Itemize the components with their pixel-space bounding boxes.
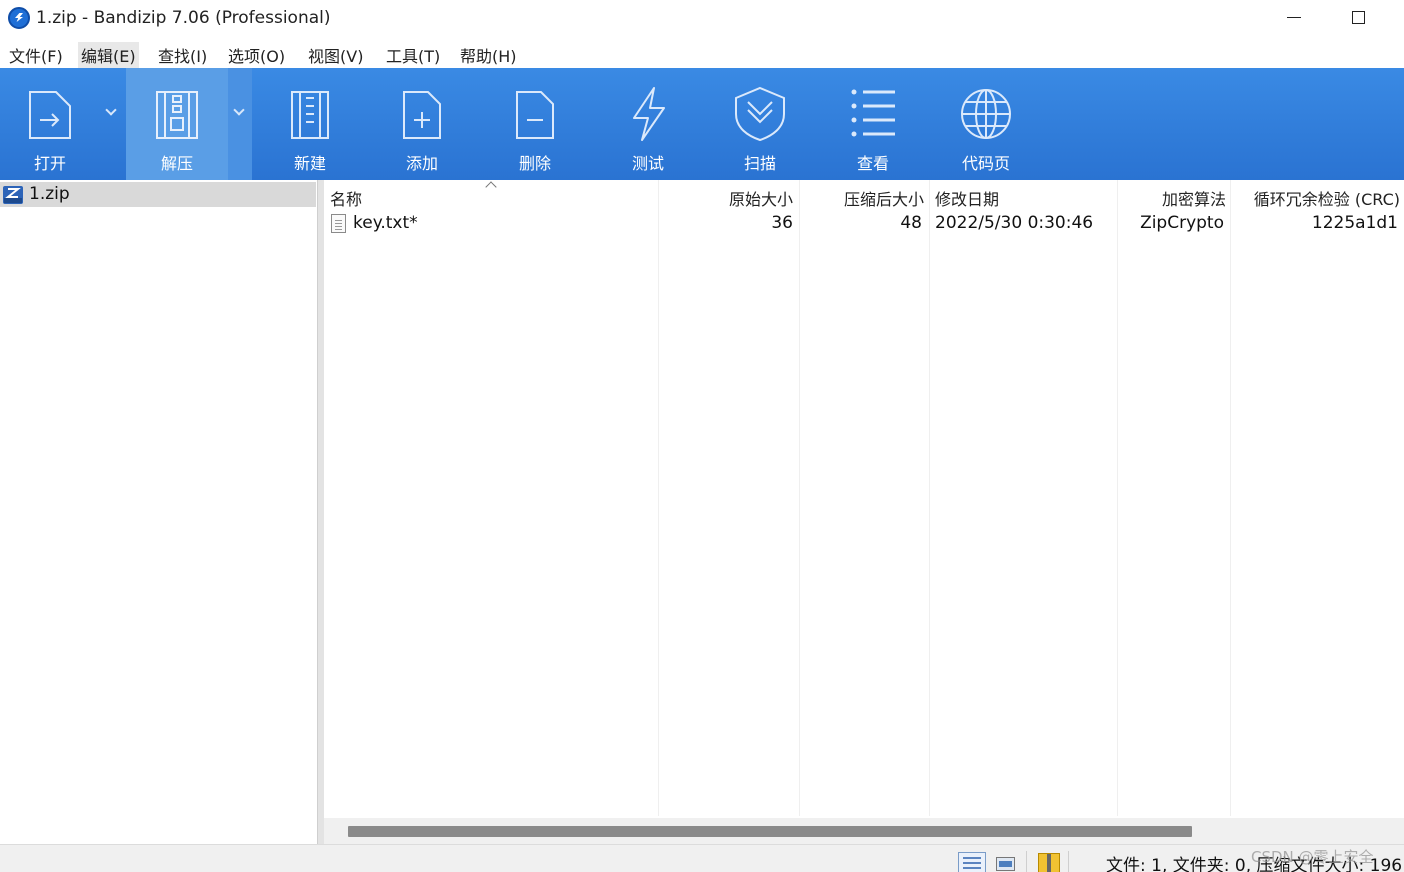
chevron-down-icon	[233, 104, 245, 116]
file-list: 名称 原始大小 压缩后大小 修改日期 加密算法 循环冗余检验 (CRC) key…	[324, 180, 1404, 844]
status-divider	[1068, 851, 1069, 872]
menu-options[interactable]: 选项(O)	[225, 42, 288, 68]
globe-icon	[961, 89, 1011, 139]
file-name: key.txt*	[353, 213, 418, 233]
column-divider[interactable]	[799, 180, 800, 816]
codepage-label: 代码页	[961, 154, 1010, 173]
new-label: 新建	[293, 154, 326, 173]
open-dropdown[interactable]	[100, 68, 124, 180]
file-encryption: ZipCrypto	[1140, 213, 1224, 233]
column-header-original-size[interactable]: 原始大小	[729, 186, 793, 210]
details-view-icon[interactable]	[958, 852, 986, 872]
column-header-encryption[interactable]: 加密算法	[1162, 186, 1226, 210]
new-button[interactable]: 新建	[254, 68, 366, 180]
folder-tree: 1.zip	[0, 180, 318, 844]
file-compressed-size: 48	[900, 213, 922, 233]
scrollbar-thumb[interactable]	[348, 826, 1192, 837]
status-divider	[1026, 851, 1027, 872]
scan-label: 扫描	[743, 154, 776, 173]
menu-tools[interactable]: 工具(T)	[383, 42, 443, 68]
preview-view-icon[interactable]	[996, 857, 1015, 871]
delete-file-icon	[516, 91, 554, 139]
menu-file[interactable]: 文件(F)	[6, 42, 66, 68]
menu-help[interactable]: 帮助(H)	[457, 42, 520, 68]
file-modified: 2022/5/30 0:30:46	[935, 213, 1094, 233]
view-button[interactable]: 查看	[816, 68, 930, 180]
column-divider[interactable]	[1230, 180, 1231, 816]
scan-button[interactable]: 扫描	[704, 68, 816, 180]
tree-item-label: 1.zip	[29, 184, 70, 204]
add-label: 添加	[405, 154, 438, 173]
view-label: 查看	[856, 154, 889, 173]
delete-label: 删除	[518, 154, 551, 173]
extract-icon	[156, 91, 198, 139]
column-header-name[interactable]: 名称	[330, 186, 362, 210]
bandizip-app-icon	[8, 7, 30, 29]
status-bar: 文件: 1, 文件夹: 0, 压缩文件大小: 196 字	[0, 844, 1404, 872]
watermark: CSDN @零上安全	[1251, 848, 1374, 866]
shield-icon	[735, 86, 785, 142]
chevron-down-icon	[105, 104, 117, 116]
lightning-icon	[633, 87, 665, 141]
extract-label: 解压	[160, 154, 193, 173]
minimize-button[interactable]	[1287, 17, 1301, 18]
new-archive-icon	[291, 91, 329, 139]
test-label: 测试	[631, 154, 664, 173]
horizontal-scrollbar[interactable]	[324, 818, 1404, 844]
text-file-icon	[331, 214, 346, 233]
list-icon	[851, 89, 895, 137]
menu-view[interactable]: 视图(V)	[305, 42, 366, 68]
column-header-crc[interactable]: 循环冗余检验 (CRC)	[1254, 186, 1400, 210]
extract-button[interactable]: 解压	[126, 68, 228, 180]
window-title: 1.zip - Bandizip 7.06 (Professional)	[36, 8, 331, 28]
menu-edit[interactable]: 编辑(E)	[78, 42, 139, 68]
column-divider[interactable]	[658, 180, 659, 816]
column-header-modified[interactable]: 修改日期	[935, 186, 999, 210]
column-header-compressed-size[interactable]: 压缩后大小	[844, 186, 924, 210]
test-button[interactable]: 测试	[592, 68, 704, 180]
delete-button[interactable]: 删除	[478, 68, 592, 180]
column-divider[interactable]	[1117, 180, 1118, 816]
extract-dropdown[interactable]	[228, 68, 252, 180]
menu-find[interactable]: 查找(I)	[155, 42, 210, 68]
file-original-size: 36	[771, 213, 793, 233]
tree-item-root[interactable]: 1.zip	[0, 182, 316, 207]
toolbar: 打开 解压 新建 添加 删除 测试 扫描 查看 代码页	[0, 68, 1404, 180]
column-divider[interactable]	[929, 180, 930, 816]
codepage-button[interactable]: 代码页	[930, 68, 1042, 180]
archive-info-icon[interactable]	[1038, 853, 1060, 872]
open-label: 打开	[33, 154, 66, 173]
title-bar: 1.zip - Bandizip 7.06 (Professional)	[0, 0, 1404, 36]
menu-bar: 文件(F) 编辑(E) 查找(I) 选项(O) 视图(V) 工具(T) 帮助(H…	[0, 36, 1404, 68]
add-button[interactable]: 添加	[366, 68, 478, 180]
zip-archive-icon	[3, 186, 23, 204]
open-icon	[29, 91, 71, 139]
open-button[interactable]: 打开	[0, 68, 100, 180]
add-file-icon	[403, 91, 441, 139]
maximize-button[interactable]	[1352, 11, 1365, 24]
sort-ascending-icon	[485, 181, 497, 193]
file-crc: 1225a1d1	[1311, 213, 1398, 233]
